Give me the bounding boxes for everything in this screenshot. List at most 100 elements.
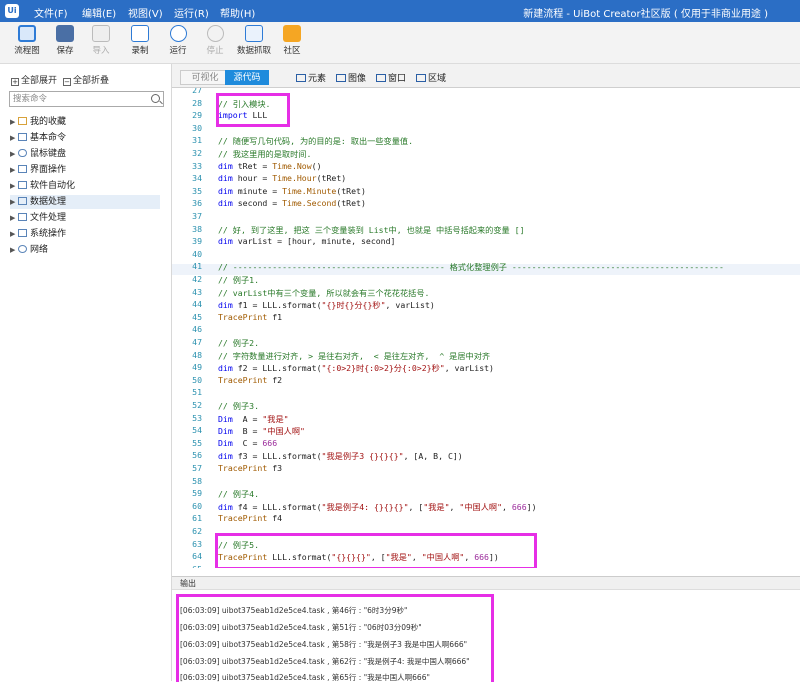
- tree-item-favorites[interactable]: ▶ 我的收藏: [10, 115, 160, 129]
- tree-item-label: 数据处理: [30, 197, 67, 207]
- title-bar: Ui 文件(F) 编辑(E) 视图(V) 运行(R) 帮助(H) 新建流程 - …: [0, 0, 800, 22]
- code-line: // 例子2.: [218, 338, 260, 348]
- code-line: // 引入模块.: [218, 98, 271, 109]
- code-line: Dim B = "中国人啊": [218, 426, 305, 437]
- expand-arrow-icon[interactable]: ▶: [10, 227, 18, 241]
- import-icon: [92, 25, 110, 42]
- element-tool-label: 元素: [308, 74, 327, 84]
- line-number: 34: [192, 173, 202, 184]
- code-line: import LLL: [218, 110, 268, 121]
- tree-item-basic-commands[interactable]: ▶ 基本命令: [10, 131, 160, 145]
- stop-icon: [206, 25, 224, 42]
- search-input[interactable]: [13, 93, 141, 105]
- expand-arrow-icon[interactable]: ▶: [10, 147, 18, 161]
- code-line: Dim A = "我是": [218, 413, 289, 424]
- tab-visual[interactable]: 可视化: [180, 70, 230, 85]
- expand-all-button[interactable]: + 全部展开: [11, 73, 57, 86]
- tab-source[interactable]: 源代码: [225, 70, 269, 85]
- image-tool-button[interactable]: 图像: [336, 71, 366, 84]
- run-button[interactable]: 运行: [163, 25, 193, 56]
- command-sidebar: +全部展开 −全部折叠 ▶ 我的收藏 ▶ 基本命令 ▶ 鼠标键盘 ▶ 界面操作 ▶ 软件自…: [0, 64, 172, 681]
- code-line: dim hour = Time.Hour(tRet): [218, 173, 347, 184]
- code-line: TracePrint f1: [218, 311, 283, 322]
- data-scrape-icon: [245, 25, 263, 42]
- tree-item-mouse-keyboard[interactable]: ▶ 鼠标键盘: [10, 147, 160, 161]
- line-number: 33: [192, 160, 202, 171]
- line-number: 27: [192, 88, 202, 95]
- line-number: 41: [192, 261, 202, 272]
- menu-file[interactable]: 文件(F): [34, 5, 68, 20]
- code-line: Dim C = 666: [218, 437, 278, 448]
- community-label: 社区: [283, 46, 301, 56]
- code-line: TracePrint f4: [218, 513, 283, 524]
- menu-help[interactable]: 帮助(H): [220, 5, 255, 20]
- flowchart-button[interactable]: 流程图: [12, 25, 42, 56]
- window-title: 新建流程 - UiBot Creator社区版 ( 仅用于非商业用途 ): [523, 9, 768, 20]
- element-tool-button[interactable]: 元素: [296, 71, 326, 84]
- expand-arrow-icon[interactable]: ▶: [10, 163, 18, 177]
- stop-button[interactable]: 停止: [200, 25, 230, 56]
- element-icon: [296, 74, 306, 82]
- tree-item-ui-operations[interactable]: ▶ 界面操作: [10, 163, 160, 177]
- record-button[interactable]: 录制: [125, 25, 155, 56]
- data-scrape-button[interactable]: 数据抓取: [236, 25, 272, 56]
- image-icon: [336, 74, 346, 82]
- code-editor[interactable]: 27 28 // 引入模块. 29 import LLL 30 31 // 随便写几句代码, …: [172, 88, 800, 568]
- tree-item-label: 基本命令: [30, 133, 67, 143]
- code-line: // 我这里用的是取时间.: [218, 149, 312, 159]
- line-number: 28: [192, 97, 202, 108]
- tree-item-data-processing[interactable]: ▶ 数据处理: [10, 195, 160, 209]
- community-button[interactable]: 社区: [277, 25, 307, 56]
- tree-item-software-automation[interactable]: ▶ 软件自动化: [10, 179, 160, 193]
- save-icon: [56, 25, 74, 42]
- tree-item-label: 网络: [30, 245, 49, 255]
- file-icon: [18, 213, 27, 221]
- save-label: 保存: [56, 46, 74, 56]
- output-line: [06:03:09] uibot375eab1d2e5ce4.task , 第4…: [180, 606, 408, 615]
- expand-arrow-icon[interactable]: ▶: [10, 243, 18, 257]
- expand-all-label: 全部展开: [21, 76, 58, 86]
- code-line: // 好, 到了这里, 把这 三个变量装到 List中, 也就是 中括号括起来的…: [218, 224, 525, 235]
- stop-label: 停止: [206, 46, 224, 56]
- line-number: 64: [192, 551, 202, 562]
- expand-arrow-icon[interactable]: ▶: [10, 211, 18, 225]
- image-tool-label: 图像: [348, 74, 367, 84]
- line-number: 40: [192, 248, 202, 259]
- menu-run[interactable]: 运行(R): [174, 5, 209, 20]
- window-tool-button[interactable]: 窗口: [376, 71, 406, 84]
- line-number: 47: [192, 337, 202, 347]
- menu-view[interactable]: 视图(V): [128, 5, 163, 20]
- save-button[interactable]: 保存: [50, 25, 80, 56]
- output-panel[interactable]: [06:03:09] uibot375eab1d2e5ce4.task , 第4…: [172, 590, 800, 682]
- output-panel-header: 输出: [172, 576, 800, 590]
- window-tool-label: 窗口: [388, 74, 407, 84]
- community-icon: [283, 25, 301, 42]
- tree-item-file-processing[interactable]: ▶ 文件处理: [10, 211, 160, 225]
- output-title: 输出: [180, 579, 196, 588]
- import-label: 导入: [92, 46, 110, 56]
- tree-item-network[interactable]: ▶ 网络: [10, 243, 160, 257]
- menu-edit[interactable]: 编辑(E): [82, 5, 116, 20]
- data-icon: [18, 197, 27, 205]
- collapse-all-label: 全部折叠: [73, 76, 110, 86]
- expand-arrow-icon[interactable]: ▶: [10, 195, 18, 209]
- collapse-all-button[interactable]: − 全部折叠: [63, 73, 109, 86]
- tree-item-label: 系统操作: [30, 229, 67, 239]
- expand-arrow-icon[interactable]: ▶: [10, 115, 18, 129]
- expand-arrow-icon[interactable]: ▶: [10, 131, 18, 145]
- search-icon[interactable]: [151, 94, 160, 103]
- import-button[interactable]: 导入: [86, 25, 116, 56]
- flowchart-label: 流程图: [14, 46, 40, 56]
- search-box: [9, 91, 164, 107]
- toolbar: 流程图 保存 导入 录制 运行 停止 数据抓取 社区: [0, 22, 800, 64]
- line-number: 52: [192, 400, 202, 410]
- tree-item-system-operations[interactable]: ▶ 系统操作: [10, 227, 160, 241]
- system-icon: [18, 229, 27, 237]
- region-tool-button[interactable]: 区域: [416, 71, 446, 84]
- output-line: [06:03:09] uibot375eab1d2e5ce4.task , 第5…: [180, 623, 422, 632]
- code-line: // 例子5.: [218, 539, 260, 550]
- line-number: 48: [192, 349, 202, 360]
- record-icon: [131, 25, 149, 42]
- record-label: 录制: [131, 46, 149, 56]
- expand-arrow-icon[interactable]: ▶: [10, 179, 18, 193]
